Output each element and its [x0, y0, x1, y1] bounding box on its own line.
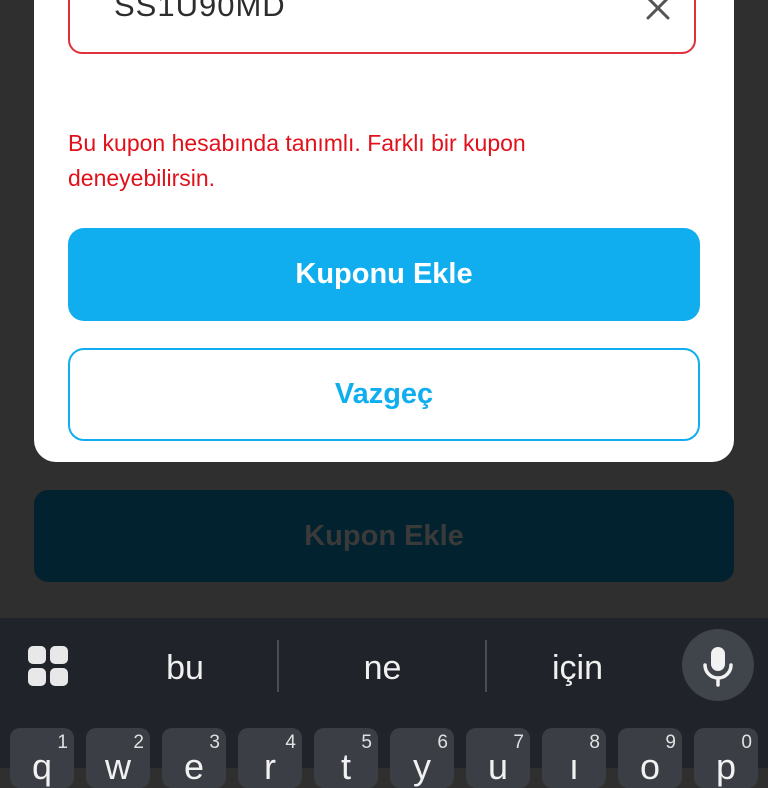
key-t[interactable]: 5 t: [314, 728, 378, 788]
suggestion-divider: [277, 640, 279, 692]
coupon-input[interactable]: SS1U90MD: [68, 0, 696, 54]
key-o[interactable]: 9 o: [618, 728, 682, 788]
suggestion-1[interactable]: bu: [110, 646, 260, 690]
cancel-button[interactable]: Vazgeç: [68, 348, 700, 441]
key-p[interactable]: 0 p: [694, 728, 758, 788]
key-y[interactable]: 6 y: [390, 728, 454, 788]
key-r[interactable]: 4 r: [238, 728, 302, 788]
key-dotless-i[interactable]: 8 ı: [542, 728, 606, 788]
close-icon[interactable]: [640, 0, 676, 26]
key-q[interactable]: 1 q: [10, 728, 74, 788]
key-u[interactable]: 7 u: [466, 728, 530, 788]
error-message: Bu kupon hesabında tanımlı. Farklı bir k…: [68, 130, 526, 191]
key-e[interactable]: 3 e: [162, 728, 226, 788]
key-w[interactable]: 2 w: [86, 728, 150, 788]
background-add-coupon-button: Kupon Ekle: [34, 490, 734, 582]
coupon-input-value: SS1U90MD: [114, 0, 286, 23]
add-coupon-button[interactable]: Kuponu Ekle: [68, 228, 700, 321]
apps-grid-icon[interactable]: [28, 646, 70, 688]
suggestion-divider: [485, 640, 487, 692]
suggestion-3[interactable]: için: [500, 646, 655, 690]
microphone-icon[interactable]: [682, 629, 754, 701]
suggestion-2[interactable]: ne: [300, 646, 465, 690]
